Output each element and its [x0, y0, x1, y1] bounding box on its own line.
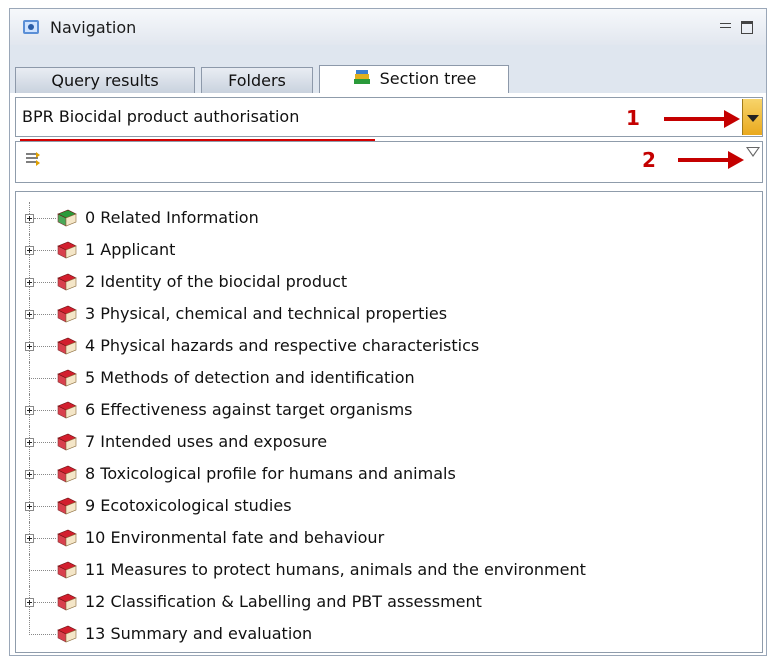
tree-row[interactable]: 10 Environmental fate and behaviour: [16, 522, 756, 554]
tree-row[interactable]: 0 Related Information: [16, 202, 756, 234]
tree-row[interactable]: 4 Physical hazards and respective charac…: [16, 330, 756, 362]
expand-icon[interactable]: [25, 310, 34, 319]
minimize-button[interactable]: [720, 23, 731, 28]
tree-row-label: 3 Physical, chemical and technical prope…: [85, 304, 448, 323]
annotation-number-1: 1: [626, 106, 640, 130]
tab-query-results[interactable]: Query results: [15, 67, 195, 93]
tree-connector: [34, 250, 56, 251]
book-icon: [57, 401, 77, 419]
tree-row[interactable]: 5 Methods of detection and identificatio…: [16, 362, 756, 394]
tab-section-tree[interactable]: Section tree: [319, 65, 509, 93]
tree-row[interactable]: 2 Identity of the biocidal product: [16, 266, 756, 298]
tree-connector: [29, 618, 30, 635]
tree-row-label: 12 Classification & Labelling and PBT as…: [85, 592, 482, 611]
tree-row[interactable]: 13 Summary and evaluation: [16, 618, 756, 650]
tree-connector: [34, 346, 56, 347]
tree-row[interactable]: 8 Toxicological profile for humans and a…: [16, 458, 756, 490]
tab-label: Section tree: [379, 69, 477, 88]
filter-input[interactable]: [48, 148, 742, 176]
tab-label: Folders: [228, 71, 286, 90]
section-tree-combo[interactable]: BPR Biocidal product authorisation: [15, 97, 763, 137]
books-icon: [353, 70, 370, 84]
book-icon: [57, 625, 77, 643]
tab-bar: Query results Folders Section tree: [10, 45, 766, 93]
tree-row[interactable]: 12 Classification & Labelling and PBT as…: [16, 586, 756, 618]
expand-icon[interactable]: [25, 502, 34, 511]
title-bar: Navigation: [10, 9, 766, 46]
book-icon: [57, 209, 77, 227]
tree-row[interactable]: 11 Measures to protect humans, animals a…: [16, 554, 756, 586]
filter-menu-caret-icon[interactable]: [746, 147, 760, 157]
book-icon: [57, 273, 77, 291]
tree-row-label: 6 Effectiveness against target organisms: [85, 400, 413, 419]
tab-label: Query results: [51, 71, 159, 90]
expand-icon[interactable]: [25, 342, 34, 351]
book-icon: [57, 241, 77, 259]
tree-connector: [29, 570, 56, 571]
tree-row[interactable]: 7 Intended uses and exposure: [16, 426, 756, 458]
book-icon: [57, 369, 77, 387]
book-icon: [57, 337, 77, 355]
expand-icon[interactable]: [25, 278, 34, 287]
book-icon: [57, 593, 77, 611]
tree-connector: [34, 314, 56, 315]
expand-icon[interactable]: [25, 406, 34, 415]
tab-folders[interactable]: Folders: [201, 67, 313, 93]
tree-connector: [34, 282, 56, 283]
expand-icon[interactable]: [25, 214, 34, 223]
expand-icon[interactable]: [25, 246, 34, 255]
tree-connector: [34, 538, 56, 539]
combo-value: BPR Biocidal product authorisation: [22, 107, 300, 126]
tree-row-label: 0 Related Information: [85, 208, 259, 227]
annotation-arrow-2: [678, 151, 744, 169]
combo-dropdown-button[interactable]: [742, 99, 762, 135]
tree-connector: [29, 378, 56, 379]
tree-row[interactable]: 3 Physical, chemical and technical prope…: [16, 298, 756, 330]
navigation-icon: [23, 20, 39, 34]
navigation-panel: Navigation Query results Folders Section…: [9, 8, 767, 656]
filter-arrows-icon[interactable]: [24, 150, 42, 168]
annotation-number-2: 2: [642, 148, 656, 172]
expand-icon[interactable]: [25, 598, 34, 607]
tree-row-label: 5 Methods of detection and identificatio…: [85, 368, 415, 387]
book-icon: [57, 497, 77, 515]
tree-connector: [29, 634, 56, 635]
tree-row-label: 8 Toxicological profile for humans and a…: [85, 464, 456, 483]
annotation-arrow-1: [664, 110, 740, 128]
book-icon: [57, 433, 77, 451]
tree-connector: [34, 506, 56, 507]
tree-row-label: 11 Measures to protect humans, animals a…: [85, 560, 586, 579]
book-icon: [57, 561, 77, 579]
maximize-button[interactable]: [741, 21, 753, 34]
section-tree: 0 Related Information 1 Applicant 2 Identi…: [15, 191, 763, 653]
book-icon: [57, 305, 77, 323]
tree-row-label: 9 Ecotoxicological studies: [85, 496, 292, 515]
tree-row[interactable]: 9 Ecotoxicological studies: [16, 490, 756, 522]
expand-icon[interactable]: [25, 534, 34, 543]
tree-connector: [34, 218, 56, 219]
tree-connector: [34, 602, 56, 603]
book-icon: [57, 465, 77, 483]
expand-icon[interactable]: [25, 470, 34, 479]
tree-row-label: 1 Applicant: [85, 240, 176, 259]
tree-row[interactable]: 6 Effectiveness against target organisms: [16, 394, 756, 426]
tree-connector: [34, 442, 56, 443]
tree-connector: [34, 410, 56, 411]
tree-connector: [34, 474, 56, 475]
tree-row-label: 13 Summary and evaluation: [85, 624, 313, 643]
tree-row-label: 4 Physical hazards and respective charac…: [85, 336, 480, 355]
tree-row-label: 10 Environmental fate and behaviour: [85, 528, 385, 547]
tree-row-label: 7 Intended uses and exposure: [85, 432, 328, 451]
panel-title: Navigation: [50, 18, 137, 37]
tree-row-label: 2 Identity of the biocidal product: [85, 272, 348, 291]
expand-icon[interactable]: [25, 438, 34, 447]
book-icon: [57, 529, 77, 547]
tree-row[interactable]: 1 Applicant: [16, 234, 756, 266]
